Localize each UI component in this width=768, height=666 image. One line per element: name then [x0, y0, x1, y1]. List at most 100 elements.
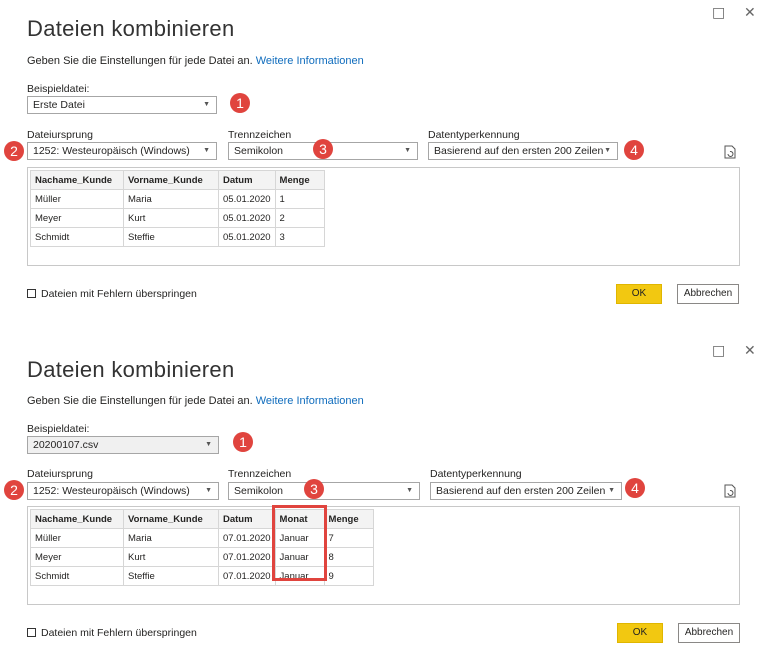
skip-errors-checkbox[interactable]: Dateien mit Fehlern überspringen	[27, 288, 197, 300]
close-icon[interactable]: ✕	[744, 342, 756, 360]
table-cell: Müller	[30, 189, 124, 209]
sample-file-value: Erste Datei	[33, 99, 85, 111]
table-cell: 1	[274, 189, 325, 209]
refresh-icon[interactable]	[724, 484, 736, 498]
type-detection-value: Basierend auf den ersten 200 Zeilen	[436, 485, 606, 497]
table-cell: 2	[274, 208, 325, 228]
type-detection-label: Datentyperkennung	[430, 468, 522, 480]
table-cell: Maria	[123, 528, 219, 548]
badge-4: 4	[624, 140, 644, 160]
table-cell: 3	[274, 227, 325, 247]
preview-table: Nachame_Kunde Vorname_Kunde Datum Menge …	[30, 170, 325, 247]
table-cell: 05.01.2020	[218, 227, 276, 247]
combine-files-dialog-1: □ ✕ Dateien kombinieren Geben Sie die Ei…	[0, 0, 768, 333]
table-cell: Kurt	[123, 208, 219, 228]
type-detection-select[interactable]: Basierend auf den ersten 200 Zeilen ▼	[428, 142, 618, 160]
dialog-title: Dateien kombinieren	[27, 357, 235, 382]
skip-errors-label: Dateien mit Fehlern überspringen	[41, 627, 197, 639]
table-cell: 8	[323, 547, 374, 567]
sample-file-select[interactable]: 20200107.csv ▼	[27, 436, 219, 454]
table-cell: 05.01.2020	[218, 208, 276, 228]
table-cell: 07.01.2020	[218, 566, 276, 586]
column-header[interactable]: Datum	[218, 509, 276, 529]
type-detection-select[interactable]: Basierend auf den ersten 200 Zeilen ▼	[430, 482, 622, 500]
table-cell: Kurt	[123, 547, 219, 567]
close-icon[interactable]: ✕	[744, 4, 756, 22]
maximize-icon[interactable]: □	[712, 4, 725, 22]
table-cell: Steffie	[123, 227, 219, 247]
chevron-down-icon: ▼	[608, 487, 615, 494]
origin-value: 1252: Westeuropäisch (Windows)	[33, 485, 190, 497]
dialog-subtitle: Geben Sie die Einstellungen für jede Dat…	[27, 55, 364, 67]
data-preview: Nachame_Kunde Vorname_Kunde Datum Menge …	[27, 167, 740, 266]
badge-1: 1	[233, 432, 253, 452]
sample-file-label: Beispieldatei:	[27, 423, 90, 435]
table-cell: Meyer	[30, 208, 124, 228]
chevron-down-icon: ▼	[203, 147, 210, 154]
monat-column-highlight	[272, 505, 327, 581]
chevron-down-icon: ▼	[404, 147, 411, 154]
badge-4: 4	[625, 478, 645, 498]
table-row: Müller Maria 05.01.2020 1	[30, 189, 325, 209]
more-info-link[interactable]: Weitere Informationen	[256, 395, 364, 407]
type-detection-label: Datentyperkennung	[428, 129, 520, 141]
origin-select[interactable]: 1252: Westeuropäisch (Windows) ▼	[27, 482, 219, 500]
cancel-button[interactable]: Abbrechen	[677, 284, 739, 304]
table-cell: 05.01.2020	[218, 189, 276, 209]
table-cell: 07.01.2020	[218, 547, 276, 567]
table-header-row: Nachame_Kunde Vorname_Kunde Datum Menge	[30, 170, 325, 190]
origin-value: 1252: Westeuropäisch (Windows)	[33, 145, 190, 157]
origin-select[interactable]: 1252: Westeuropäisch (Windows) ▼	[27, 142, 217, 160]
column-header[interactable]: Nachame_Kunde	[30, 170, 124, 190]
table-cell: Meyer	[30, 547, 124, 567]
badge-2: 2	[4, 480, 24, 500]
delimiter-label: Trennzeichen	[228, 129, 292, 141]
delimiter-value: Semikolon	[234, 145, 284, 157]
combine-files-dialog-2: □ ✕ Dateien kombinieren Geben Sie die Ei…	[0, 333, 768, 666]
delimiter-select[interactable]: Semikolon ▼	[228, 482, 420, 500]
badge-1: 1	[230, 93, 250, 113]
sample-file-value: 20200107.csv	[33, 439, 99, 451]
maximize-icon[interactable]: □	[712, 342, 725, 360]
dialog-subtitle: Geben Sie die Einstellungen für jede Dat…	[27, 395, 364, 407]
ok-button[interactable]: OK	[617, 623, 663, 643]
column-header[interactable]: Datum	[218, 170, 276, 190]
column-header[interactable]: Nachame_Kunde	[30, 509, 124, 529]
ok-button[interactable]: OK	[616, 284, 662, 304]
origin-label: Dateiursprung	[27, 129, 93, 141]
chevron-down-icon: ▼	[203, 101, 210, 108]
delimiter-label: Trennzeichen	[228, 468, 292, 480]
skip-errors-checkbox[interactable]: Dateien mit Fehlern überspringen	[27, 627, 197, 639]
table-cell: Maria	[123, 189, 219, 209]
badge-3: 3	[313, 139, 333, 159]
column-header[interactable]: Menge	[323, 509, 374, 529]
column-header[interactable]: Menge	[274, 170, 325, 190]
chevron-down-icon: ▼	[205, 441, 212, 448]
table-cell: 9	[323, 566, 374, 586]
checkbox-box[interactable]	[27, 628, 36, 637]
subtitle-text: Geben Sie die Einstellungen für jede Dat…	[27, 395, 253, 407]
badge-3: 3	[304, 479, 324, 499]
sample-file-select[interactable]: Erste Datei ▼	[27, 96, 217, 114]
chevron-down-icon: ▼	[604, 147, 611, 154]
subtitle-text: Geben Sie die Einstellungen für jede Dat…	[27, 55, 253, 67]
dialog-title: Dateien kombinieren	[27, 16, 235, 41]
refresh-icon[interactable]	[724, 145, 736, 159]
table-cell: 7	[323, 528, 374, 548]
data-preview: Nachame_Kunde Vorname_Kunde Datum Monat …	[27, 505, 740, 605]
sample-file-label: Beispieldatei:	[27, 83, 90, 95]
cancel-button[interactable]: Abbrechen	[678, 623, 740, 643]
checkbox-box[interactable]	[27, 289, 36, 298]
column-header[interactable]: Vorname_Kunde	[123, 170, 219, 190]
skip-errors-label: Dateien mit Fehlern überspringen	[41, 288, 197, 300]
table-cell: Müller	[30, 528, 124, 548]
more-info-link[interactable]: Weitere Informationen	[256, 55, 364, 67]
column-header[interactable]: Vorname_Kunde	[123, 509, 219, 529]
chevron-down-icon: ▼	[406, 487, 413, 494]
table-cell: Steffie	[123, 566, 219, 586]
table-cell: Schmidt	[30, 227, 124, 247]
table-row: Meyer Kurt 05.01.2020 2	[30, 208, 325, 228]
badge-2: 2	[4, 141, 24, 161]
type-detection-value: Basierend auf den ersten 200 Zeilen	[434, 145, 604, 157]
chevron-down-icon: ▼	[205, 487, 212, 494]
